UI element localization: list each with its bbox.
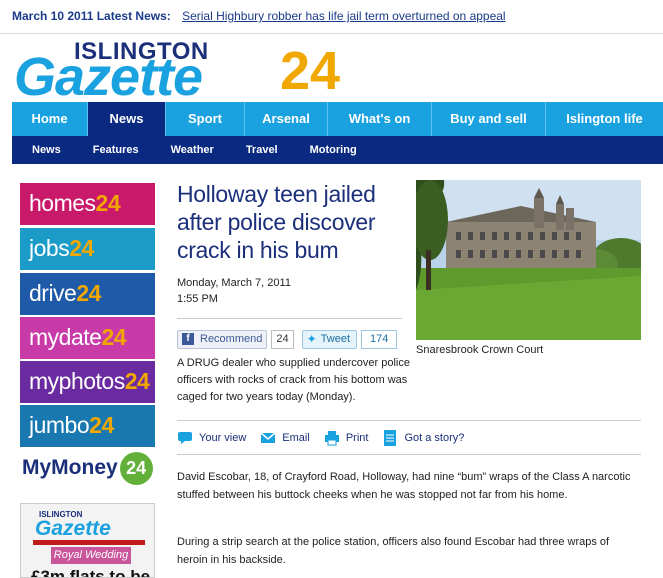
paper-red-strip: [33, 540, 145, 545]
nav-news[interactable]: News: [88, 102, 166, 136]
mymoney24-link[interactable]: MyMoney 24: [22, 452, 157, 488]
print-edition-thumbnail[interactable]: ISLINGTON Gazette Royal Wedding £3m flat…: [20, 503, 155, 578]
jobs24-word: jobs: [29, 235, 70, 261]
tweet-button[interactable]: ✦ Tweet: [301, 329, 358, 349]
article-intro: A DRUG dealer who supplied undercover po…: [177, 357, 410, 403]
got-a-story-link[interactable]: Got a story?: [382, 430, 464, 446]
tweet-count: 174: [361, 329, 398, 349]
mydate24-link[interactable]: mydate24: [20, 317, 155, 359]
email-link[interactable]: Email: [260, 430, 310, 446]
email-label: Email: [282, 432, 310, 444]
your-view-label: Your view: [199, 432, 247, 444]
nav-home[interactable]: Home: [12, 102, 88, 136]
print-link[interactable]: Print: [324, 430, 369, 446]
nav-islington-life[interactable]: Islington life: [546, 102, 663, 136]
article-headline: Holloway teen jailed after police discov…: [177, 181, 376, 263]
nav-buy-and-sell[interactable]: Buy and sell: [432, 102, 546, 136]
article-time: 1:55 PM: [177, 293, 218, 305]
myphotos24-word: myphotos: [29, 368, 125, 394]
nav-whats-on[interactable]: What's on: [328, 102, 432, 136]
jumbo24-word: jumbo: [29, 412, 90, 438]
jobs24-link[interactable]: jobs24: [20, 228, 155, 270]
mydate24-num: 24: [101, 324, 127, 350]
jumbo24-link[interactable]: jumbo24: [20, 405, 155, 447]
divider: [177, 420, 641, 421]
paper-royal-wedding: Royal Wedding: [51, 547, 131, 564]
nav-arsenal[interactable]: Arsenal: [245, 102, 328, 136]
twitter-bird-icon: ✦: [306, 331, 317, 346]
logo-gazette: Gazette: [14, 47, 203, 107]
envelope-icon: [260, 432, 276, 443]
facebook-icon: f: [182, 333, 194, 345]
mymoney24-word: MyMoney: [22, 456, 118, 480]
divider: [177, 318, 402, 319]
jumbo24-num: 24: [89, 412, 114, 438]
article-paragraph: David Escobar, 18, of Crayford Road, Hol…: [177, 471, 631, 501]
drive24-num: 24: [76, 280, 101, 306]
subnav-features[interactable]: Features: [73, 136, 151, 164]
latest-news-ticker: March 10 2011 Latest News: Serial Highbu…: [0, 0, 663, 34]
document-icon: [384, 430, 397, 446]
ticker-label: March 10 2011 Latest News:: [12, 9, 171, 23]
homes24-word: homes: [29, 190, 96, 216]
speech-bubble-icon: [178, 432, 192, 444]
snaresbrook-court-image: [416, 180, 641, 340]
mymoney24-badge: 24: [119, 452, 153, 485]
site-logo[interactable]: ISLINGTON Gazette 24: [12, 36, 357, 107]
article-datetime: Monday, March 7, 2011 1:55 PM: [177, 275, 291, 307]
subnav-motoring[interactable]: Motoring: [290, 136, 369, 164]
jobs24-num: 24: [69, 235, 94, 261]
logo-24: 24: [280, 41, 341, 101]
mydate24-word: mydate: [29, 324, 102, 350]
tweet-label: Tweet: [320, 332, 351, 345]
subnav-travel[interactable]: Travel: [226, 136, 290, 164]
sub-nav: News Features Weather Travel Motoring: [12, 136, 663, 164]
share-bar: f Recommend 24 ✦ Tweet 174: [177, 329, 398, 349]
your-view-link[interactable]: Your view: [177, 430, 246, 446]
article-tools: Your view Email Print Got a story?: [177, 428, 478, 448]
facebook-recommend-button[interactable]: f Recommend: [177, 329, 268, 349]
nav-sport[interactable]: Sport: [166, 102, 245, 136]
homes24-link[interactable]: homes24: [20, 183, 155, 225]
recommend-label: Recommend: [200, 332, 263, 345]
article-date: Monday, March 7, 2011: [177, 277, 291, 289]
myphotos24-link[interactable]: myphotos24: [20, 361, 155, 403]
print-label: Print: [345, 432, 369, 444]
got-a-story-label: Got a story?: [404, 432, 465, 444]
subnav-weather[interactable]: Weather: [151, 136, 226, 164]
myphotos24-num: 24: [124, 368, 150, 394]
paper-gazette: Gazette: [35, 517, 111, 540]
article-paragraph: During a strip search at the police stat…: [177, 536, 610, 566]
photo-caption: Snaresbrook Crown Court: [416, 344, 544, 356]
court-photo[interactable]: [416, 180, 641, 340]
printer-icon: [324, 431, 339, 446]
subnav-news[interactable]: News: [12, 136, 73, 164]
drive24-word: drive: [29, 280, 77, 306]
recommend-count: 24: [271, 329, 294, 349]
main-nav: Home News Sport Arsenal What's on Buy an…: [12, 102, 663, 136]
drive24-link[interactable]: drive24: [20, 273, 155, 315]
divider: [177, 454, 641, 455]
ticker-headline-link[interactable]: Serial Highbury robber has life jail ter…: [182, 9, 506, 23]
paper-headline: £3m flats to be: [31, 567, 151, 578]
homes24-num: 24: [95, 190, 121, 216]
